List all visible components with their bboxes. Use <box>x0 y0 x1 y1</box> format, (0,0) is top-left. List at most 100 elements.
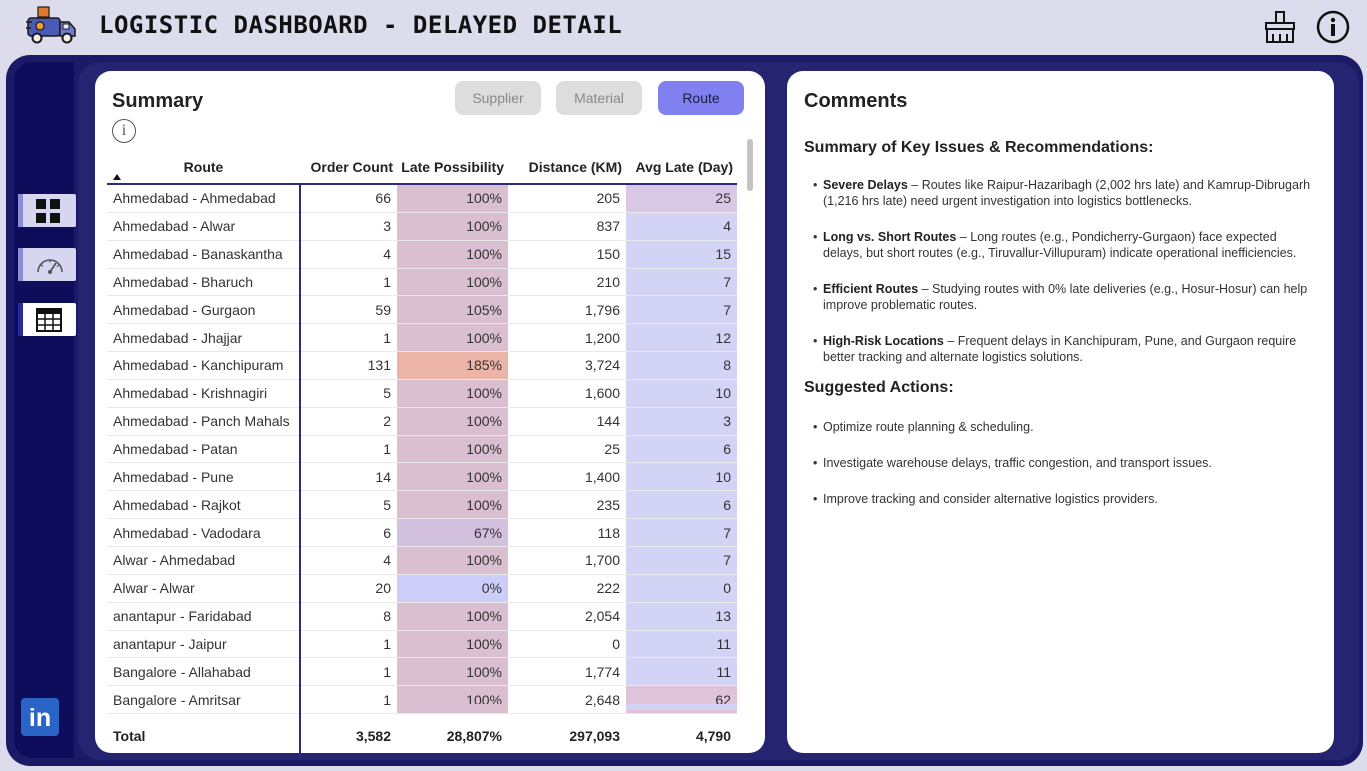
cell-distance: 837 <box>508 212 626 241</box>
cell-route: Ahmedabad - Panch Mahals <box>107 407 301 436</box>
cell-distance: 205 <box>508 184 626 213</box>
cell-avg-late: 10 <box>626 379 737 408</box>
table-row[interactable]: Ahmedabad - Gurgaon 59 105% 1,796 7 <box>107 295 737 325</box>
issue-label: Efficient Routes <box>823 282 919 296</box>
row-overflow-avg <box>626 704 737 710</box>
cell-order-count: 4 <box>300 546 397 575</box>
cell-route: Ahmedabad - Jhajjar <box>107 323 301 353</box>
cell-avg-late: 7 <box>626 546 737 575</box>
cell-route: Ahmedabad - Vadodara <box>107 518 301 547</box>
cell-avg-late: 6 <box>626 435 737 464</box>
cell-avg-late: 12 <box>626 323 737 353</box>
cell-order-count: 5 <box>300 490 397 520</box>
cell-route: Ahmedabad - Kanchipuram <box>107 351 301 380</box>
table-total-row: Total 3,582 28,807% 297,093 4,790 <box>107 713 737 759</box>
table-scrollbar[interactable] <box>747 139 753 191</box>
table-row[interactable]: Ahmedabad - Alwar 3 100% 837 4 <box>107 212 737 241</box>
cell-late-possibility: 100% <box>397 546 508 575</box>
cell-avg-late: 11 <box>626 657 737 687</box>
cell-avg-late: 13 <box>626 602 737 631</box>
cell-avg-late: 11 <box>626 630 737 659</box>
cell-avg-late: 6 <box>626 490 737 520</box>
action-item: Investigate warehouse delays, traffic co… <box>804 455 1319 471</box>
table-row[interactable]: Ahmedabad - Jhajjar 1 100% 1,200 12 <box>107 323 737 353</box>
table-row[interactable]: Alwar - Alwar 20 0% 222 0 <box>107 574 737 603</box>
col-header-distance[interactable]: Distance (KM) <box>508 131 626 185</box>
cell-late-possibility: 100% <box>397 323 508 353</box>
delivery-truck-logo <box>26 4 78 46</box>
col-header-route[interactable]: Route <box>107 131 300 185</box>
cell-order-count: 59 <box>300 295 397 325</box>
cell-route: Ahmedabad - Krishnagiri <box>107 379 301 408</box>
cell-late-possibility: 100% <box>397 240 508 269</box>
table-row[interactable]: Ahmedabad - Bharuch 1 100% 210 7 <box>107 268 737 297</box>
cell-order-count: 3 <box>300 212 397 241</box>
table-row[interactable]: Bangalore - Allahabad 1 100% 1,774 11 <box>107 657 737 687</box>
table-row[interactable]: Ahmedabad - Banaskantha 4 100% 150 15 <box>107 240 737 269</box>
table-row[interactable]: Ahmedabad - Vadodara 6 67% 118 7 <box>107 518 737 547</box>
nav-overview-button[interactable] <box>18 194 76 227</box>
page-title: LOGISTIC DASHBOARD - DELAYED DETAIL <box>99 11 623 39</box>
col-header-avg-late[interactable]: Avg Late (Day) <box>626 131 737 185</box>
cell-order-count: 1 <box>300 685 397 715</box>
table-row[interactable]: Ahmedabad - Kanchipuram 131 185% 3,724 8 <box>107 351 737 380</box>
cell-distance: 0 <box>508 630 626 659</box>
total-distance: 297,093 <box>569 728 620 745</box>
info-icon[interactable] <box>1316 10 1350 44</box>
cell-late-possibility: 100% <box>397 268 508 297</box>
table-row[interactable]: Ahmedabad - Patan 1 100% 25 6 <box>107 435 737 464</box>
cell-order-count: 4 <box>300 240 397 269</box>
nav-performance-button[interactable] <box>18 248 76 281</box>
table-row[interactable]: Ahmedabad - Rajkot 5 100% 235 6 <box>107 490 737 520</box>
comments-title: Comments <box>804 90 908 112</box>
cell-order-count: 1 <box>300 323 397 353</box>
tab-supplier[interactable]: Supplier <box>455 81 541 115</box>
tab-route[interactable]: Route <box>658 81 744 115</box>
cell-late-possibility: 100% <box>397 379 508 408</box>
tab-material[interactable]: Material <box>556 81 642 115</box>
dashboard-grid-icon <box>36 199 60 223</box>
cell-avg-late: 7 <box>626 295 737 325</box>
summary-title: Summary <box>112 90 204 112</box>
nav-detail-button[interactable] <box>18 303 76 336</box>
cell-route: anantapur - Jaipur <box>107 630 301 659</box>
cell-late-possibility: 100% <box>397 490 508 520</box>
issue-label: High-Risk Locations <box>823 334 944 348</box>
cell-route: Ahmedabad - Alwar <box>107 212 301 241</box>
issue-item: Long vs. Short Routes – Long routes (e.g… <box>804 229 1319 261</box>
cell-route: Ahmedabad - Pune <box>107 462 301 492</box>
cell-distance: 222 <box>508 574 626 603</box>
table-row[interactable]: anantapur - Jaipur 1 100% 0 11 <box>107 630 737 659</box>
table-row[interactable]: anantapur - Faridabad 8 100% 2,054 13 <box>107 602 737 631</box>
col-header-late-possibility[interactable]: Late Possibility <box>397 131 508 185</box>
table-row[interactable]: Ahmedabad - Ahmedabad 66 100% 205 25 <box>107 184 737 213</box>
actions-heading: Suggested Actions: <box>804 379 954 396</box>
comments-panel: Comments Summary of Key Issues & Recomme… <box>787 71 1334 753</box>
sort-ascending-icon <box>113 174 121 180</box>
cell-order-count: 6 <box>300 518 397 547</box>
table-row[interactable]: Ahmedabad - Krishnagiri 5 100% 1,600 10 <box>107 379 737 408</box>
table-row[interactable]: Ahmedabad - Panch Mahals 2 100% 144 3 <box>107 407 737 436</box>
cell-avg-late: 10 <box>626 462 737 492</box>
cell-avg-late: 8 <box>626 351 737 380</box>
cell-late-possibility: 100% <box>397 184 508 213</box>
comments-body: Summary of Key Issues & Recommendations:… <box>804 139 1319 527</box>
table-row[interactable]: Alwar - Ahmedabad 4 100% 1,700 7 <box>107 546 737 575</box>
linkedin-icon[interactable]: in <box>21 698 59 736</box>
issue-label: Long vs. Short Routes <box>823 230 957 244</box>
cell-order-count: 1 <box>300 630 397 659</box>
cell-route: Ahmedabad - Banaskantha <box>107 240 301 269</box>
cell-distance: 3,724 <box>508 351 626 380</box>
cell-late-possibility: 100% <box>397 657 508 687</box>
cell-distance: 25 <box>508 435 626 464</box>
actions-list: Optimize route planning & scheduling. Inv… <box>804 419 1319 507</box>
col-header-order-count[interactable]: Order Count <box>300 131 397 185</box>
cell-avg-late: 4 <box>626 212 737 241</box>
total-late-possibility: 28,807% <box>446 728 502 745</box>
cell-order-count: 20 <box>300 574 397 603</box>
table-row[interactable]: Ahmedabad - Pune 14 100% 1,400 10 <box>107 462 737 492</box>
cell-distance: 1,774 <box>508 657 626 687</box>
broom-icon[interactable] <box>1263 10 1297 44</box>
cell-late-possibility: 100% <box>397 407 508 436</box>
cell-route: anantapur - Faridabad <box>107 602 301 631</box>
